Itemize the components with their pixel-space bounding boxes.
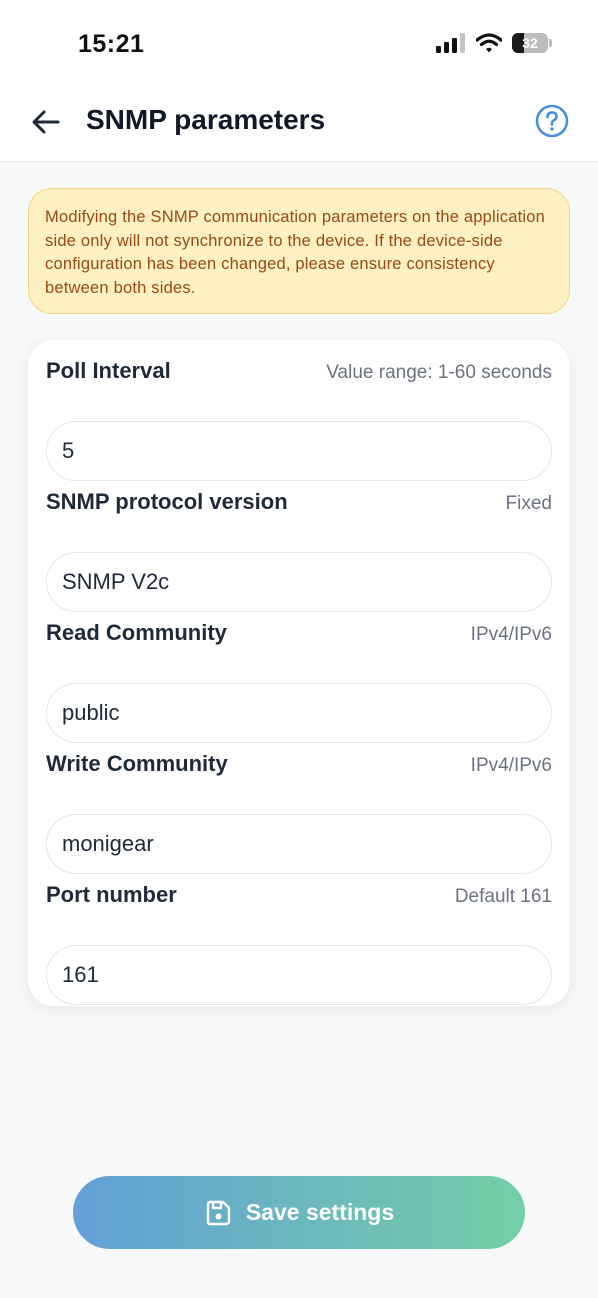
poll-interval-label: Poll Interval bbox=[46, 358, 171, 383]
write-community-field: Write Community IPv4/IPv6 monigear bbox=[46, 751, 552, 874]
cellular-signal-icon bbox=[436, 33, 465, 53]
battery-level: 32 bbox=[522, 35, 538, 51]
port-number-input[interactable]: 161 bbox=[46, 945, 552, 1005]
status-icons: 32 bbox=[436, 33, 552, 53]
save-settings-button[interactable]: Save settings bbox=[73, 1176, 525, 1249]
help-icon bbox=[535, 104, 569, 138]
write-community-hint: IPv4/IPv6 bbox=[470, 755, 552, 776]
poll-interval-input[interactable]: 5 bbox=[46, 421, 552, 481]
port-number-hint: Default 161 bbox=[454, 886, 552, 907]
protocol-version-hint: Fixed bbox=[505, 493, 552, 514]
save-settings-label: Save settings bbox=[245, 1199, 395, 1225]
wifi-icon bbox=[476, 33, 502, 53]
read-community-hint: IPv4/IPv6 bbox=[470, 624, 552, 645]
save-icon bbox=[206, 1200, 231, 1225]
poll-interval-hint: Value range: 1-60 seconds bbox=[326, 362, 552, 383]
poll-interval-field: Poll Interval Value range: 1-60 seconds … bbox=[46, 358, 552, 481]
help-button[interactable] bbox=[534, 103, 570, 139]
status-time: 15:21 bbox=[78, 30, 145, 58]
protocol-version-input[interactable]: SNMP V2c bbox=[46, 552, 552, 612]
battery-icon: 32 bbox=[512, 33, 552, 53]
write-community-label: Write Community bbox=[46, 751, 228, 776]
page-title: SNMP parameters bbox=[86, 104, 326, 135]
sync-warning-notice: Modifying the SNMP communication paramet… bbox=[28, 188, 570, 314]
protocol-version-label: SNMP protocol version bbox=[46, 489, 288, 514]
app-header: SNMP parameters bbox=[0, 88, 598, 162]
protocol-version-field: SNMP protocol version Fixed SNMP V2c bbox=[46, 489, 552, 612]
read-community-field: Read Community IPv4/IPv6 public bbox=[46, 620, 552, 743]
port-number-label: Port number bbox=[46, 882, 177, 907]
write-community-input[interactable]: monigear bbox=[46, 814, 552, 874]
read-community-input[interactable]: public bbox=[46, 683, 552, 743]
status-bar: 15:21 32 bbox=[0, 0, 598, 88]
back-arrow-icon bbox=[32, 110, 60, 134]
snmp-settings-card: Poll Interval Value range: 1-60 seconds … bbox=[28, 340, 570, 1006]
read-community-label: Read Community bbox=[46, 620, 227, 645]
port-number-field: Port number Default 161 161 bbox=[46, 882, 552, 1005]
back-button[interactable] bbox=[28, 104, 64, 140]
